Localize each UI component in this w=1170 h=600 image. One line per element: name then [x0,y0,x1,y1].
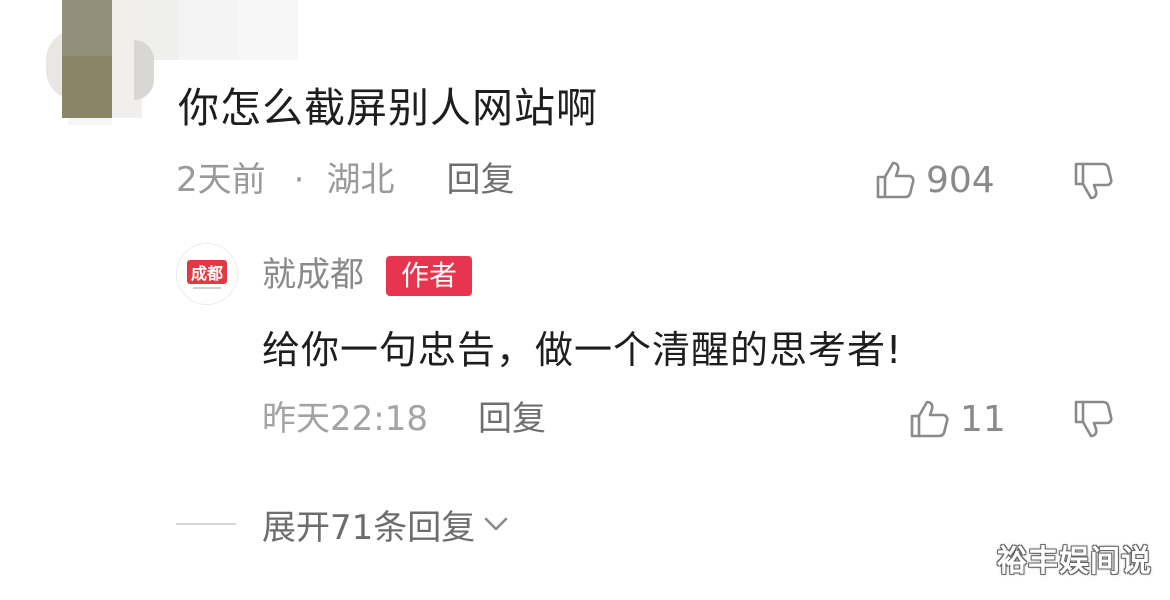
chevron-down-icon [484,517,508,531]
chengdu-logo-icon: 成都 [187,260,227,289]
comment-meta: 2天前 · 湖北 回复 [176,156,514,204]
comment-thread: 你怎么截屏别人网站啊 2天前 · 湖北 回复 904 成都 就成都 作者 给你一句忠告… [0,0,1170,600]
comment-like-count: 904 [926,159,995,201]
thumbs-down-icon [1074,162,1113,200]
watermark: 裕丰娱间说 [997,544,1152,579]
reply-meta: 昨天22:18 回复 [262,395,546,443]
expand-replies-button[interactable]: 展开71条回复 [176,500,511,548]
reply-dislike-button[interactable] [1072,398,1114,444]
comment-like-button[interactable]: 904 [874,156,995,204]
reply-author-name[interactable]: 就成都 [262,251,364,299]
comment-reply-button[interactable]: 回复 [446,156,514,204]
expand-divider [176,523,236,525]
reply-like-count: 11 [960,398,1006,440]
comment-text: 你怎么截屏别人网站啊 [178,84,598,132]
comment-dislike-button[interactable] [1072,160,1114,206]
reply-text: 给你一句忠告，做一个清醒的思考者! [262,328,903,372]
meta-separator: · [293,160,305,200]
censored-avatar[interactable] [38,0,156,125]
reply-like-button[interactable]: 11 [908,395,1006,443]
thumbs-up-icon [876,161,915,199]
thumbs-up-icon [910,400,949,438]
comment-time: 2天前 [176,160,266,200]
avatar-logo-text: 成都 [191,264,223,283]
author-badge: 作者 [386,256,472,296]
comment-location: 湖北 [326,160,395,200]
reply-time: 昨天22:18 [262,399,428,439]
expand-replies-label: 展开71条回复 [262,507,476,548]
reply-author-avatar[interactable]: 成都 [176,243,238,305]
reply-reply-button[interactable]: 回复 [478,399,546,439]
thumbs-down-icon [1074,400,1113,438]
